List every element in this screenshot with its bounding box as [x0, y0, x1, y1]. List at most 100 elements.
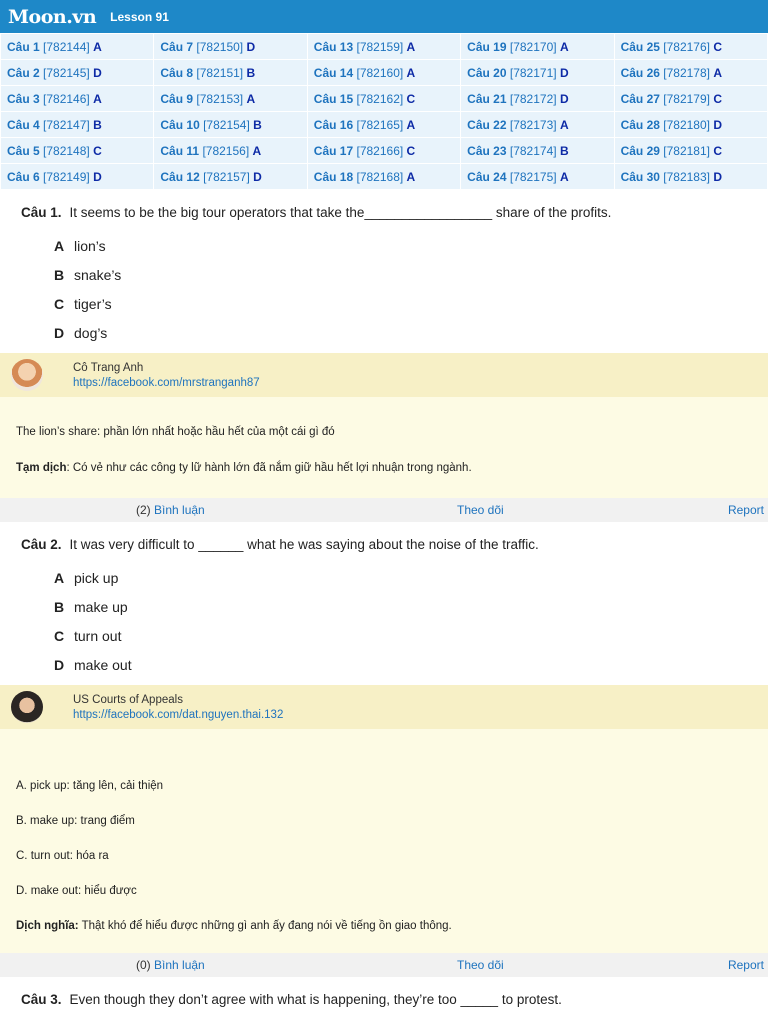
answer-question-id: [782160]	[356, 65, 404, 80]
answer-cell[interactable]: Câu 15 [782162] C	[306, 85, 462, 112]
question-text: Even though they don’t agree with what i…	[69, 992, 562, 1007]
site-logo[interactable]: Moon.vn	[8, 6, 97, 28]
answer-cell[interactable]: Câu 6 [782149] D	[0, 163, 155, 190]
answer-cell[interactable]: Câu 3 [782146] A	[0, 85, 155, 112]
answer-question-label: Câu 27	[620, 91, 660, 106]
follow-link[interactable]: Theo dõi	[457, 958, 504, 972]
question-number: Câu 2.	[21, 537, 62, 552]
explanation: A. pick up: tăng lên, cải thiện B. make …	[0, 729, 768, 953]
answer-cell[interactable]: Câu 10 [782154] B	[153, 111, 308, 138]
answer-cell[interactable]: Câu 20 [782171] D	[460, 59, 615, 86]
answer-question-label: Câu 7	[160, 39, 194, 54]
author-link[interactable]: https://facebook.com/mrstranganh87	[73, 377, 260, 389]
answer-question-label: Câu 10	[160, 117, 200, 132]
answer-question-label: Câu 13	[313, 39, 354, 54]
explanation: The lion’s share: phần lớn nhất hoặc hầu…	[0, 397, 768, 498]
answer-letter: A	[93, 39, 102, 54]
answer-question-id: [782180]	[663, 117, 710, 132]
answer-cell[interactable]: Câu 21 [782172] D	[460, 85, 615, 112]
answer-cell[interactable]: Câu 27 [782179] C	[613, 85, 768, 112]
avatar[interactable]	[11, 691, 43, 723]
answer-letter: D	[93, 169, 102, 184]
answer-cell[interactable]: Câu 28 [782180] D	[613, 111, 768, 138]
answer-question-id: [782179]	[663, 91, 710, 106]
answer-cell[interactable]: Câu 19 [782170] A	[460, 33, 615, 60]
answer-question-id: [782149]	[43, 169, 90, 184]
answer-question-id: [782148]	[43, 143, 90, 158]
question-actions: (0) Bình luận Theo dõi Report	[0, 953, 768, 977]
report-link[interactable]: Report	[728, 503, 764, 517]
answer-letter: C	[406, 91, 416, 106]
option-b[interactable]: Bsnake’s	[0, 260, 768, 289]
answer-cell[interactable]: Câu 22 [782173] A	[460, 111, 615, 138]
answer-letter: D	[713, 169, 722, 184]
question-2: Câu 2. It was very difficult to ______ wh…	[0, 522, 768, 977]
answer-question-label: Câu 19	[467, 39, 507, 54]
answer-question-label: Câu 24	[467, 169, 507, 184]
answer-question-label: Câu 28	[620, 117, 660, 132]
lesson-title: Lesson 91	[110, 9, 169, 24]
option-d[interactable]: Dmake out	[0, 650, 768, 679]
answer-question-id: [782146]	[43, 91, 90, 106]
answer-row: Câu 3 [782146] A Câu 9 [782153] A Câu 15 […	[0, 85, 768, 112]
question-text: It seems to be the big tour operators th…	[69, 205, 612, 220]
answer-key-table: Câu 1 [782144] A Câu 7 [782150] D Câu 13 […	[0, 33, 768, 190]
answer-letter: A	[406, 169, 416, 184]
solution-author: Cô Trang Anh https://facebook.com/mrstra…	[0, 353, 768, 397]
answer-row: Câu 5 [782148] C Câu 11 [782156] A Câu 17 …	[0, 137, 768, 164]
comment-link[interactable]: (0) Bình luận	[136, 958, 205, 972]
answer-cell[interactable]: Câu 13 [782159] A	[306, 33, 462, 60]
author-link[interactable]: https://facebook.com/dat.nguyen.thai.132	[73, 709, 283, 721]
answer-cell[interactable]: Câu 9 [782153] A	[153, 85, 308, 112]
option-c[interactable]: Ctiger’s	[0, 289, 768, 318]
answer-cell[interactable]: Câu 11 [782156] A	[153, 137, 308, 164]
answer-question-id: [782168]	[356, 169, 404, 184]
answer-cell[interactable]: Câu 2 [782145] D	[0, 59, 155, 86]
answer-cell[interactable]: Câu 16 [782165] A	[306, 111, 462, 138]
answer-cell[interactable]: Câu 7 [782150] D	[153, 33, 308, 60]
answer-cell[interactable]: Câu 24 [782175] A	[460, 163, 615, 190]
answer-letter: C	[406, 143, 416, 158]
author-name: Cô Trang Anh	[73, 361, 144, 374]
answer-question-id: [782176]	[663, 39, 710, 54]
answer-letter: A	[713, 65, 722, 80]
answer-question-label: Câu 22	[467, 117, 507, 132]
answer-cell[interactable]: Câu 4 [782147] B	[0, 111, 155, 138]
answer-question-id: [782157]	[203, 169, 250, 184]
answer-cell[interactable]: Câu 25 [782176] C	[613, 33, 768, 60]
option-a[interactable]: Apick up	[0, 563, 768, 592]
answer-letter: C	[713, 91, 722, 106]
answer-cell[interactable]: Câu 14 [782160] A	[306, 59, 462, 86]
comment-link[interactable]: (2) Bình luận	[136, 503, 205, 517]
option-b[interactable]: Bmake up	[0, 592, 768, 621]
answer-question-label: Câu 17	[313, 143, 354, 158]
option-a[interactable]: Alion’s	[0, 231, 768, 260]
answer-letter: A	[93, 91, 102, 106]
answer-cell[interactable]: Câu 17 [782166] C	[306, 137, 462, 164]
question-3: Câu 3. Even though they don’t agree with …	[0, 977, 768, 1014]
answer-question-id: [782171]	[509, 65, 557, 80]
answer-question-id: [782153]	[196, 91, 244, 106]
answer-cell[interactable]: Câu 18 [782168] A	[306, 163, 462, 190]
answer-cell[interactable]: Câu 29 [782181] C	[613, 137, 768, 164]
answer-cell[interactable]: Câu 30 [782183] D	[613, 163, 768, 190]
answer-question-id: [782159]	[356, 39, 404, 54]
answer-cell[interactable]: Câu 12 [782157] D	[153, 163, 308, 190]
answer-cell[interactable]: Câu 23 [782174] B	[460, 137, 615, 164]
answer-letter: A	[559, 39, 569, 54]
question-number: Câu 1.	[21, 205, 62, 220]
answer-cell[interactable]: Câu 8 [782151] B	[153, 59, 308, 86]
answer-cell[interactable]: Câu 1 [782144] A	[0, 33, 155, 60]
answer-question-label: Câu 30	[620, 169, 660, 184]
answer-cell[interactable]: Câu 26 [782178] A	[613, 59, 768, 86]
option-d[interactable]: Ddog’s	[0, 318, 768, 347]
explanation-line: C. turn out: hóa ra	[16, 850, 109, 862]
report-link[interactable]: Report	[728, 958, 764, 972]
avatar[interactable]	[11, 359, 43, 391]
answer-question-id: [782144]	[43, 39, 90, 54]
option-c[interactable]: Cturn out	[0, 621, 768, 650]
explanation-line: The lion’s share: phần lớn nhất hoặc hầu…	[16, 426, 335, 438]
answer-cell[interactable]: Câu 5 [782148] C	[0, 137, 155, 164]
follow-link[interactable]: Theo dõi	[457, 503, 504, 517]
answer-question-label: Câu 11	[160, 143, 200, 158]
